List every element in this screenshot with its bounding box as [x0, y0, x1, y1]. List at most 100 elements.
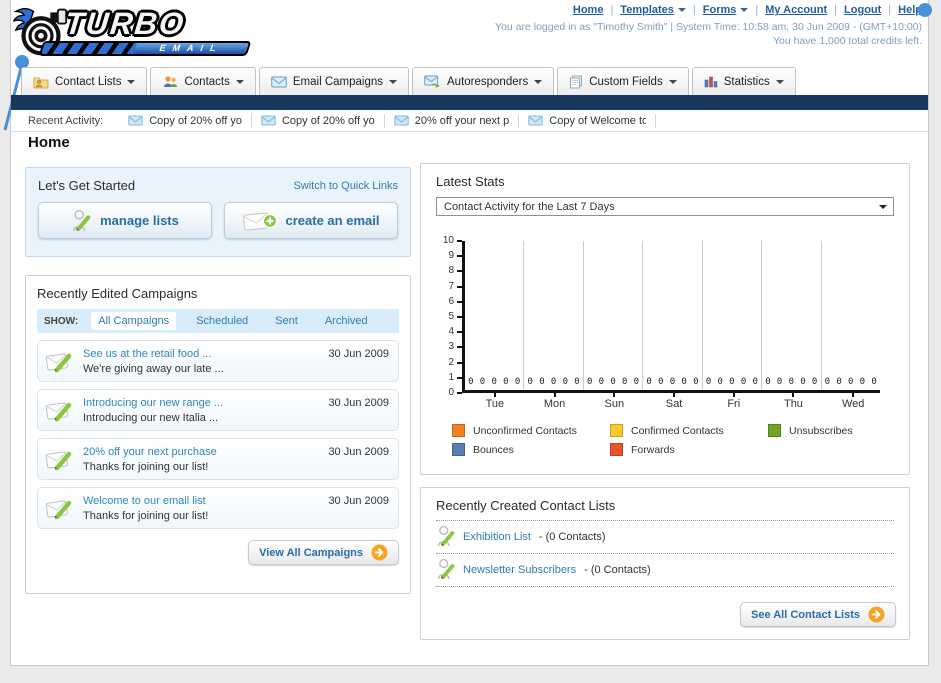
filter-archived[interactable]: Archived: [318, 312, 375, 330]
y-tick-label: 4: [448, 326, 454, 338]
bar-value-label: 0: [693, 377, 699, 387]
button-label: create an email: [285, 213, 380, 228]
campaign-link[interactable]: Introducing our new range ...: [83, 397, 223, 409]
create-email-button[interactable]: create an email: [224, 202, 398, 239]
filter-sent[interactable]: Sent: [268, 312, 305, 330]
main-nav-tabs: Contact Lists Contacts Email Campaigns A…: [21, 67, 799, 95]
y-tick-label: 1: [448, 371, 454, 383]
x-tick-mark: [553, 393, 556, 397]
bar-value-label: 0: [848, 377, 854, 387]
tab-contact-lists[interactable]: Contact Lists: [21, 67, 148, 95]
top-link-forms[interactable]: Forms: [703, 4, 749, 16]
bar-value-label: 0: [800, 377, 806, 387]
campaign-date: 30 Jun 2009: [328, 348, 389, 360]
envelope-arrow-icon: [424, 75, 440, 88]
tab-contacts[interactable]: Contacts: [150, 67, 256, 95]
bar-value-label: 0: [562, 377, 568, 387]
tab-statistics[interactable]: Statistics: [691, 67, 796, 95]
show-label: SHOW:: [44, 315, 79, 327]
contact-list-link[interactable]: Exhibition List: [463, 531, 531, 543]
x-axis-cell: Sun: [584, 393, 644, 410]
y-tick-label: 3: [448, 341, 454, 353]
envelope-icon: [271, 76, 287, 87]
campaign-link[interactable]: 20% off your next purchase: [83, 446, 217, 458]
x-tick-mark: [673, 393, 676, 397]
bar-value-label: 0: [717, 377, 723, 387]
bar-value-label: 0: [479, 377, 486, 387]
legend-label: Unconfirmed Contacts: [473, 424, 577, 437]
tab-autoresponders[interactable]: Autoresponders: [412, 67, 555, 95]
tab-label: Custom Fields: [589, 75, 663, 88]
campaign-row[interactable]: 20% off your next purchase Thanks for jo…: [37, 438, 399, 480]
campaign-link[interactable]: Welcome to our email list: [83, 495, 206, 507]
x-tick-mark: [493, 393, 496, 397]
logo-wordmark: TURBO: [63, 6, 188, 41]
recent-activity-item[interactable]: 20% off your next p: [385, 113, 520, 128]
chart-x-axis: Tue Mon Sun Sat Fri Thu Wed: [465, 393, 883, 410]
top-link-home[interactable]: Home: [573, 4, 604, 16]
campaign-subtitle: Thanks for joining our list!: [83, 461, 209, 473]
tab-email-campaigns[interactable]: Email Campaigns: [258, 67, 409, 95]
bar-value-label: 0: [765, 377, 771, 387]
login-status-text: You are logged in as "Timothy Smith" | S…: [495, 21, 922, 33]
button-label: See All Contact Lists: [750, 608, 860, 621]
recent-activity-item[interactable]: Copy of Welcome to: [519, 113, 657, 128]
campaigns-title: Recently Edited Campaigns: [37, 286, 198, 301]
bar-value-label: 0: [550, 377, 557, 387]
legend-label: Bounces: [473, 443, 514, 456]
tab-custom-fields[interactable]: Custom Fields: [557, 67, 689, 95]
contact-list-count: - (0 Contacts): [584, 563, 651, 576]
campaign-row[interactable]: See us at the retail food ... We're givi…: [37, 340, 399, 382]
bar-value-label: 0: [681, 377, 687, 387]
button-label: View All Campaigns: [259, 546, 363, 559]
filter-all-campaigns[interactable]: All Campaigns: [91, 312, 177, 330]
logo-email-text: EMAIL: [158, 43, 225, 53]
x-tick-mark: [852, 393, 855, 397]
chart-category-group: 00000: [524, 241, 584, 390]
x-tick-label: Fri: [727, 398, 741, 410]
bar-value-label: 0: [669, 377, 676, 387]
contact-list-row[interactable]: Exhibition List - (0 Contacts): [436, 521, 894, 554]
chevron-down-icon: [879, 204, 887, 209]
campaign-link[interactable]: See us at the retail food ...: [83, 348, 211, 360]
x-axis-cell: Thu: [764, 393, 824, 410]
recent-activity-item[interactable]: Copy of 20% off yo: [252, 113, 385, 128]
chevron-down-icon: [389, 79, 397, 84]
x-axis-cell: Sat: [644, 393, 704, 410]
campaign-row[interactable]: Welcome to our email list Thanks for joi…: [37, 487, 399, 529]
tab-label: Statistics: [723, 75, 770, 88]
top-link-logout[interactable]: Logout: [844, 4, 881, 16]
chart-y-axis: 10 9 8 7 6 5 4 3 2 1 0: [436, 235, 462, 398]
switch-quick-links-link[interactable]: Switch to Quick Links: [293, 180, 398, 192]
orange-arrow-icon: [868, 606, 885, 623]
chart-category-group: 00000: [703, 241, 763, 390]
chevron-down-icon: [127, 79, 136, 84]
top-link-templates[interactable]: Templates: [620, 4, 686, 16]
latest-stats-panel: Latest Stats Contact Activity for the La…: [420, 163, 910, 475]
y-tick-label: 0: [448, 387, 454, 398]
bar-chart-icon: [704, 76, 717, 88]
person-pencil-icon: [437, 558, 455, 580]
see-all-contact-lists-button[interactable]: See All Contact Lists: [739, 602, 896, 627]
chart-category-group: 00000: [465, 241, 525, 390]
y-tick-label: 9: [448, 250, 454, 262]
contact-list-link[interactable]: Newsletter Subscribers: [463, 564, 576, 576]
x-axis-cell: Tue: [465, 393, 525, 410]
manage-lists-button[interactable]: manage lists: [38, 202, 212, 239]
top-link-my-account[interactable]: My Account: [765, 4, 827, 16]
envelope-pencil-icon: [45, 353, 72, 373]
recent-activity-label: Recent Activity:: [28, 114, 104, 127]
view-all-campaigns-button[interactable]: View All Campaigns: [248, 540, 399, 565]
separator: |: [888, 4, 892, 16]
contact-lists-panel: Recently Created Contact Lists Exhibitio…: [420, 487, 910, 640]
stats-dropdown[interactable]: Contact Activity for the Last 7 Days: [436, 197, 894, 216]
campaign-filter-bar: SHOW: All Campaigns Scheduled Sent Archi…: [37, 309, 399, 333]
filter-scheduled[interactable]: Scheduled: [189, 312, 255, 330]
contact-list-row[interactable]: Newsletter Subscribers - (0 Contacts): [436, 554, 894, 587]
navy-divider-bar: [11, 95, 928, 110]
campaign-row[interactable]: Introducing our new range ... Introducin…: [37, 389, 399, 431]
recent-activity-item[interactable]: Copy of 20% off yo: [119, 113, 252, 128]
chevron-down-icon: [668, 79, 677, 84]
separator: |: [610, 4, 614, 16]
envelope-pencil-icon: [45, 451, 72, 471]
